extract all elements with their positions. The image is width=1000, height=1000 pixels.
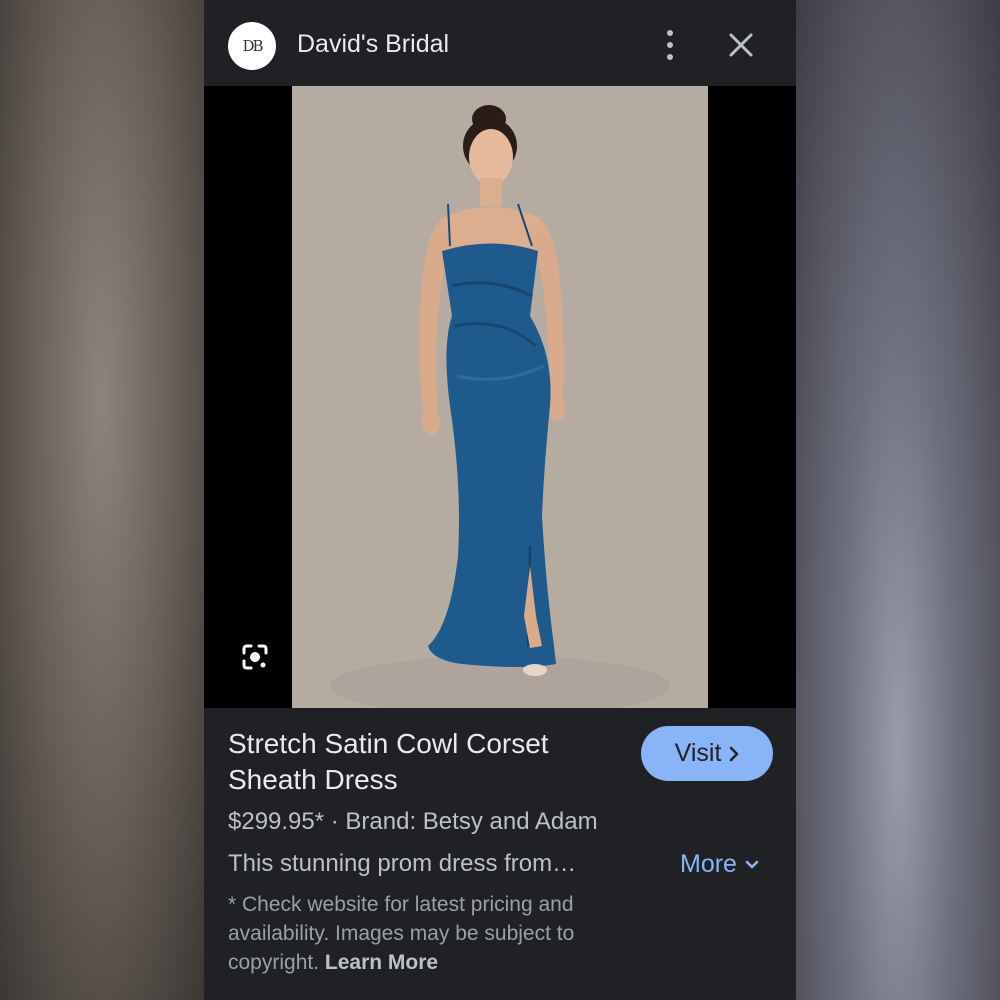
chevron-right-icon (730, 746, 739, 761)
site-name[interactable]: David's Bridal (297, 30, 449, 59)
visit-button[interactable]: Visit (641, 726, 773, 781)
product-description: This stunning prom dress from… (228, 850, 577, 877)
image-preview-panel: DB David's Bridal Stretch Satin Cowl Cor… (204, 0, 796, 1000)
image-viewer[interactable] (204, 86, 796, 708)
product-image[interactable] (292, 86, 708, 708)
chevron-down-icon (745, 860, 759, 868)
product-title[interactable]: Stretch Satin Cowl Corset Sheath Dress (228, 726, 618, 798)
more-button-label: More (680, 850, 737, 878)
product-info: Stretch Satin Cowl Corset Sheath Dress V… (204, 708, 796, 1000)
blurred-background-right (796, 0, 1000, 1000)
close-icon[interactable] (728, 32, 754, 58)
more-vert-icon[interactable] (658, 30, 682, 60)
visit-button-label: Visit (674, 739, 722, 767)
price-and-brand: $299.95* · Brand: Betsy and Adam (228, 808, 598, 835)
blurred-background-left (0, 0, 204, 1000)
learn-more-link[interactable]: Learn More (325, 951, 438, 974)
preview-header: DB David's Bridal (204, 0, 796, 86)
disclaimer: * Check website for latest pricing and a… (228, 890, 628, 977)
more-button[interactable]: More (680, 850, 759, 879)
google-lens-icon[interactable] (240, 642, 270, 672)
site-logo[interactable]: DB (228, 22, 276, 70)
